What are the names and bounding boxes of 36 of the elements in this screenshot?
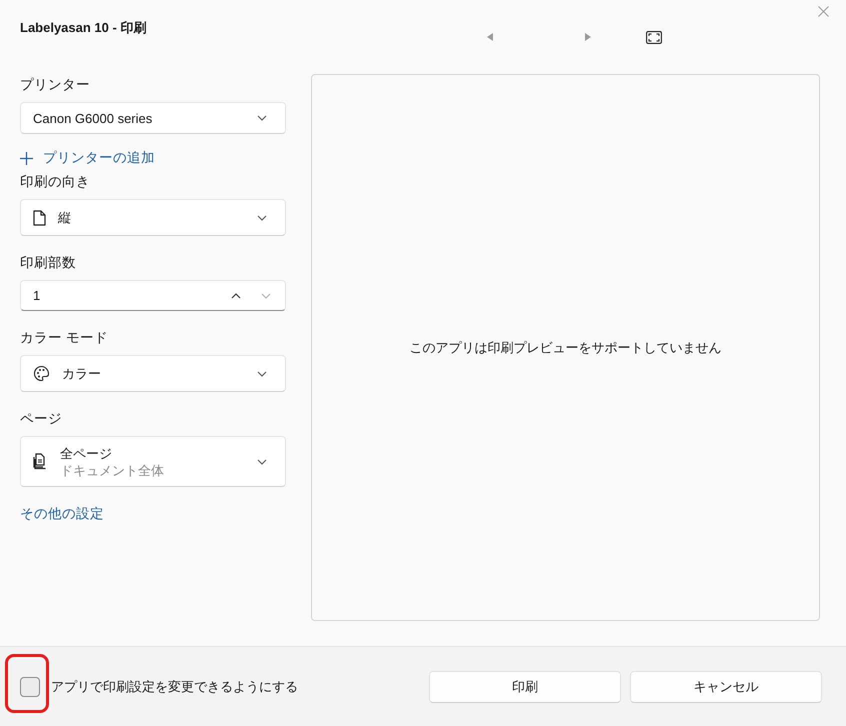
field-label: 印刷部数 — [20, 254, 77, 272]
checkbox[interactable] — [20, 676, 40, 696]
orientation-select[interactable]: 縦 — [20, 199, 286, 236]
pages-select[interactable]: 全ページ ドキュメント全体 — [20, 436, 286, 487]
copies-number-field[interactable]: 1 — [20, 280, 286, 311]
field-label: 印刷の向き — [20, 173, 91, 191]
pages-icon — [33, 453, 48, 470]
field-value: 1 — [33, 288, 42, 303]
chevron-down-icon — [257, 115, 267, 121]
fit-to-window-icon[interactable] — [646, 30, 662, 44]
color-mode-select[interactable]: カラー — [20, 355, 286, 392]
more-settings-link[interactable]: その他の設定 — [20, 505, 286, 523]
printer-select[interactable]: Canon G6000 series — [20, 102, 286, 134]
select-value: 縦 — [58, 209, 72, 226]
document-icon — [33, 210, 46, 226]
field-label: プリンター — [20, 76, 91, 94]
palette-icon — [33, 365, 50, 382]
close-icon[interactable] — [818, 6, 829, 17]
select-description: ドキュメント全体 — [60, 462, 165, 478]
chevron-down-icon — [257, 458, 267, 464]
cancel-button[interactable]: キャンセル — [630, 670, 822, 702]
select-value: 全ページ — [60, 444, 113, 462]
highlight-annotation — [5, 654, 49, 713]
chevron-down-icon — [257, 214, 267, 220]
select-value: カラー — [62, 365, 102, 382]
checkbox-label: アプリで印刷設定を変更できるようにする — [51, 678, 299, 696]
preview-message: このアプリは印刷プレビューをサポートしていません — [410, 338, 722, 356]
field-label: カラー モード — [20, 329, 109, 347]
plus-icon — [20, 152, 33, 164]
print-button[interactable]: 印刷 — [429, 670, 621, 702]
window-title: Labelyasan 10 - 印刷 — [20, 19, 148, 37]
chevron-up-icon[interactable] — [231, 292, 241, 298]
select-value: Canon G6000 series — [33, 110, 154, 126]
field-label: ページ — [20, 410, 63, 428]
add-printer-link[interactable]: プリンターの追加 — [20, 149, 286, 167]
chevron-down-icon — [257, 370, 267, 376]
